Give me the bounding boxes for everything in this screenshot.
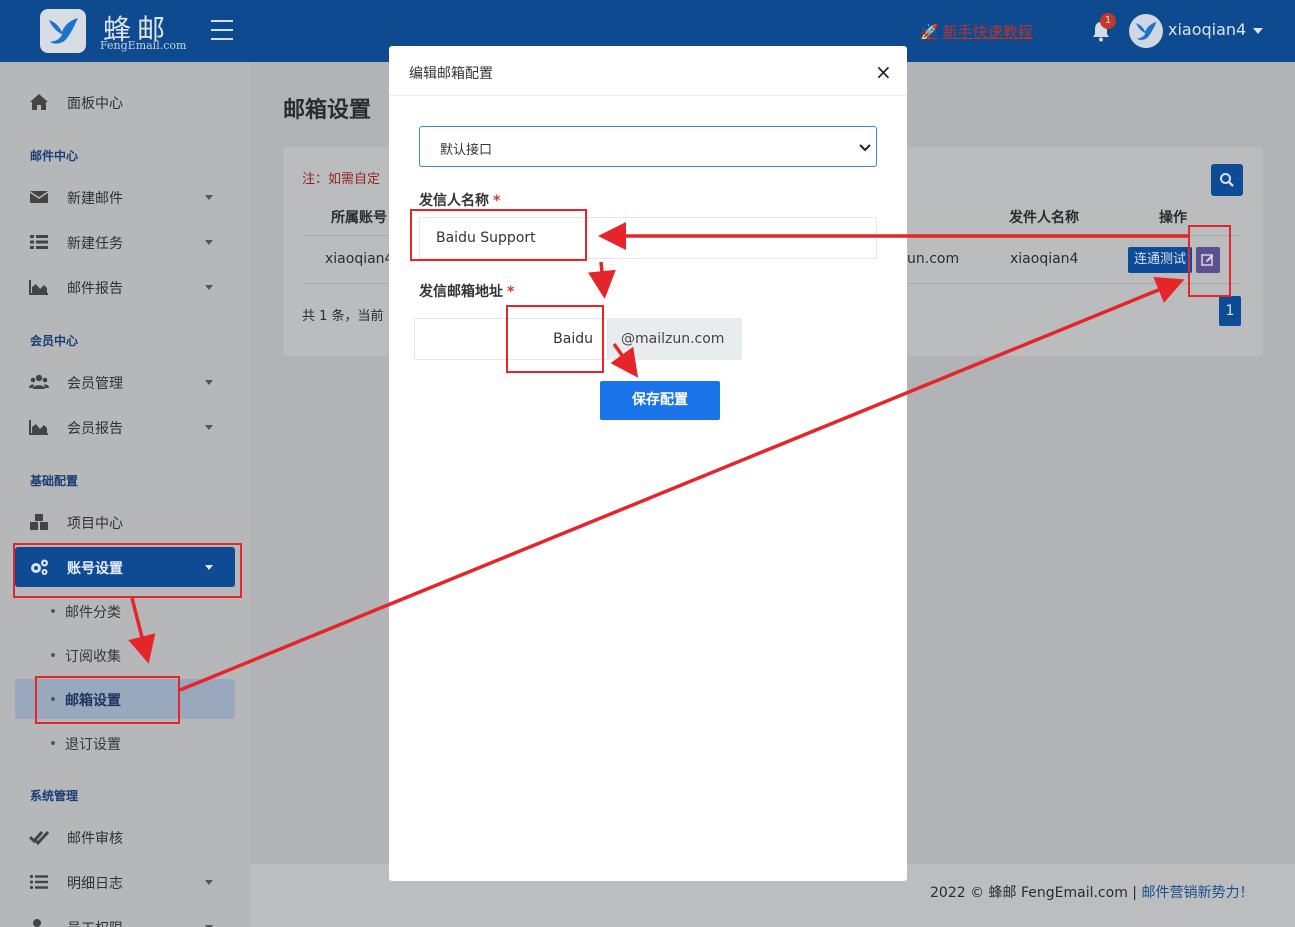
- note-text: 注：如需自定: [302, 172, 381, 187]
- interface-select-value: 默认接口: [440, 143, 493, 158]
- chevron-down-icon: [205, 380, 213, 385]
- sidebar-item-member-manage[interactable]: 会员管理: [15, 362, 235, 402]
- required-mark: *: [507, 284, 515, 300]
- bullet-dot: [51, 609, 55, 613]
- chevron-down-icon[interactable]: [1253, 28, 1263, 34]
- pagination-summary: 共 1 条，当前: [302, 309, 384, 324]
- column-header-actions: 操作: [1159, 210, 1187, 226]
- notification-badge: 1: [1100, 13, 1116, 29]
- sidebar-subitem-subscribe[interactable]: 订阅收集: [15, 635, 235, 675]
- connection-test-button[interactable]: 连通测试: [1128, 247, 1192, 273]
- bullet-dot: [51, 741, 55, 745]
- username[interactable]: xiaoqian4: [1168, 20, 1246, 39]
- search-icon: [1220, 173, 1234, 187]
- close-icon[interactable]: ×: [875, 60, 892, 84]
- bird-avatar-icon: [1136, 21, 1157, 40]
- column-header-sender-name: 发件人名称: [1009, 210, 1079, 226]
- highlight-edit-button: [1188, 225, 1231, 297]
- sidebar-item-member-report[interactable]: 会员报告: [15, 407, 235, 447]
- rocket-icon: 🚀: [920, 23, 939, 41]
- double-check-icon: [29, 830, 49, 846]
- footer-text: 2022 © 蜂邮 FengEmail.com | 邮件营销新势力！: [930, 885, 1254, 901]
- avatar[interactable]: [1129, 14, 1163, 48]
- sidebar-item-staff[interactable]: 员工权限: [15, 907, 235, 927]
- sender-name-label: 发信人名称 *: [419, 193, 501, 209]
- chevron-down-icon: [205, 285, 213, 290]
- bullet-dot: [51, 653, 55, 657]
- cubes-icon: [30, 514, 48, 530]
- logo[interactable]: [40, 9, 86, 53]
- cell-domain: un.com: [907, 251, 960, 267]
- page-title: 邮箱设置: [283, 98, 372, 123]
- sender-email-label: 发信邮箱地址 *: [419, 284, 515, 300]
- highlight-sender-name: [410, 209, 587, 261]
- bird-logo-icon: [49, 18, 78, 44]
- sidebar-item-new-task[interactable]: 新建任务: [15, 222, 235, 262]
- highlight-sender-email: [506, 305, 604, 373]
- section-member-center: 会员中心: [30, 334, 79, 348]
- sidebar-item-mail-review[interactable]: 邮件审核: [15, 817, 235, 857]
- highlight-account-settings: [13, 543, 242, 598]
- chevron-down-icon: [205, 425, 213, 430]
- section-base-config: 基础配置: [30, 474, 79, 488]
- interface-select[interactable]: 默认接口: [419, 126, 877, 167]
- sidebar-item-mail-report[interactable]: 邮件报告: [15, 267, 235, 307]
- list-icon: [30, 235, 48, 249]
- menu-toggle-icon[interactable]: [211, 20, 233, 47]
- user-icon: [33, 919, 41, 927]
- cell-account: xiaoqian4: [325, 251, 394, 267]
- sidebar-item-detail-log[interactable]: 明细日志: [15, 862, 235, 902]
- cell-sender-name: xiaoqian4: [1010, 251, 1079, 267]
- page-button-1[interactable]: 1: [1219, 296, 1241, 326]
- sidebar-subitem-unsubscribe[interactable]: 退订设置: [15, 723, 235, 763]
- chevron-down-icon: [859, 144, 871, 152]
- chevron-down-icon: [205, 880, 213, 885]
- footer-slogan[interactable]: 邮件营销新势力！: [1141, 885, 1253, 901]
- area-chart-icon: [29, 280, 48, 295]
- area-chart-icon: [29, 420, 48, 435]
- chevron-down-icon: [205, 195, 213, 200]
- logo-subtitle: FengEmail.com: [100, 39, 187, 52]
- tutorial-link[interactable]: 🚀 新手快速教程: [920, 21, 1033, 42]
- search-button[interactable]: [1211, 164, 1243, 196]
- highlight-mailbox-settings: [35, 676, 180, 724]
- modal-title: 编辑邮箱配置: [409, 66, 493, 82]
- home-icon: [30, 94, 48, 110]
- users-icon: [29, 374, 49, 389]
- sidebar-item-project[interactable]: 项目中心: [15, 502, 235, 542]
- email-domain-suffix: @mailzun.com: [608, 318, 742, 360]
- section-mail-center: 邮件中心: [30, 149, 79, 163]
- modal-header: 编辑邮箱配置 ×: [389, 46, 907, 96]
- required-mark: *: [493, 193, 501, 209]
- sidebar-item-new-mail[interactable]: 新建邮件: [15, 177, 235, 217]
- column-header-account: 所属账号: [331, 210, 387, 226]
- list-icon: [29, 874, 48, 890]
- envelope-icon: [29, 191, 49, 203]
- save-config-button[interactable]: 保存配置: [600, 381, 720, 420]
- edit-mailbox-modal: 编辑邮箱配置 ×: [389, 46, 907, 881]
- sidebar-item-dashboard[interactable]: 面板中心: [15, 82, 235, 122]
- section-system: 系统管理: [30, 789, 79, 803]
- chevron-down-icon: [205, 240, 213, 245]
